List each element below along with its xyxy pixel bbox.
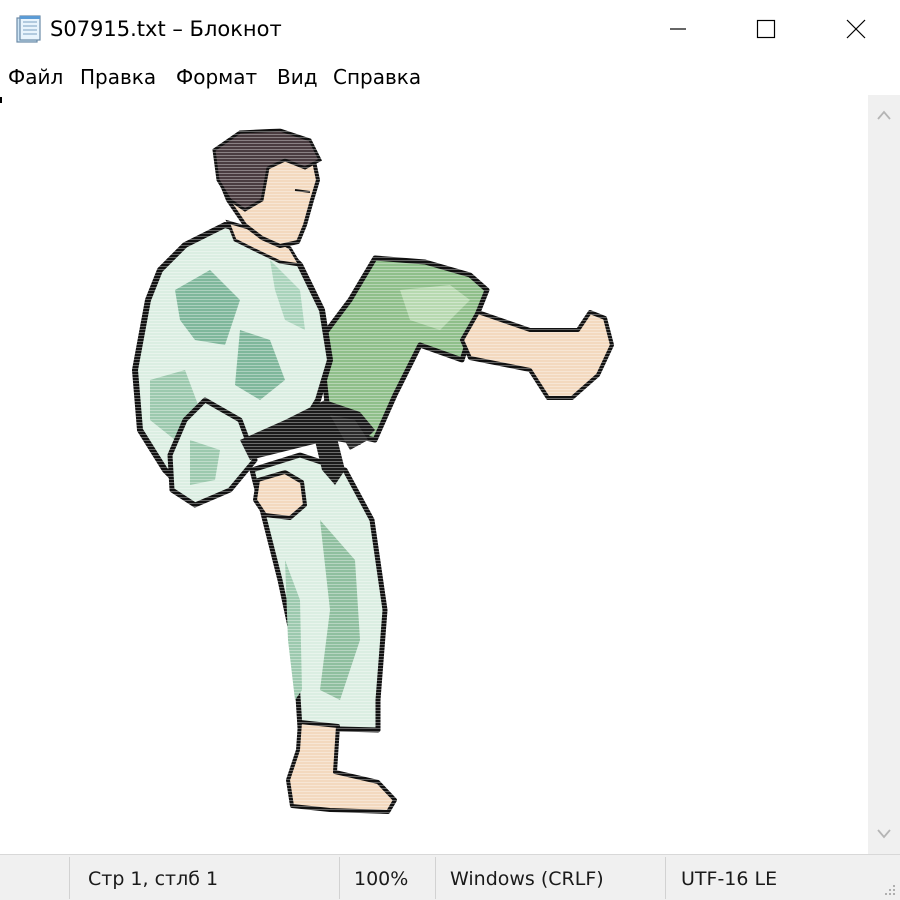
menu-format[interactable]: Формат: [176, 65, 257, 89]
status-separator: [665, 857, 666, 899]
resize-grip-icon[interactable]: [882, 882, 896, 896]
close-button[interactable]: [810, 0, 900, 58]
menu-bar: Файл Правка Формат Вид Справка: [0, 58, 900, 96]
status-line-ending: Windows (CRLF): [450, 868, 604, 890]
status-zoom: 100%: [354, 868, 409, 890]
scroll-down-arrow-icon: [877, 829, 891, 839]
text-caret: [0, 97, 2, 103]
vertical-scrollbar[interactable]: [868, 95, 900, 854]
title-bar: S07915.txt – Блокнот: [0, 0, 900, 58]
minimize-button[interactable]: [632, 0, 724, 58]
scroll-down-button[interactable]: [868, 820, 900, 848]
scroll-up-arrow-icon: [877, 110, 891, 120]
menu-edit[interactable]: Правка: [80, 65, 156, 89]
status-separator: [339, 857, 340, 899]
menu-file[interactable]: Файл: [8, 65, 63, 89]
maximize-button[interactable]: [720, 0, 812, 58]
status-cursor-position: Стр 1, стлб 1: [88, 868, 219, 890]
status-encoding: UTF-16 LE: [681, 868, 778, 890]
status-separator: [435, 857, 436, 899]
minimize-icon: [670, 28, 686, 30]
status-bar: Стр 1, стлб 1 100% Windows (CRLF) UTF-16…: [0, 854, 900, 900]
maximize-icon: [756, 19, 776, 39]
close-icon: [846, 19, 866, 39]
karate-kick-clipart: [130, 125, 620, 820]
scroll-up-button[interactable]: [868, 101, 900, 129]
status-separator: [69, 857, 70, 899]
menu-help[interactable]: Справка: [333, 65, 421, 89]
window-title: S07915.txt – Блокнот: [50, 17, 282, 41]
menu-view[interactable]: Вид: [277, 65, 318, 89]
notepad-icon: [16, 15, 41, 43]
text-editor-area[interactable]: [0, 95, 868, 854]
